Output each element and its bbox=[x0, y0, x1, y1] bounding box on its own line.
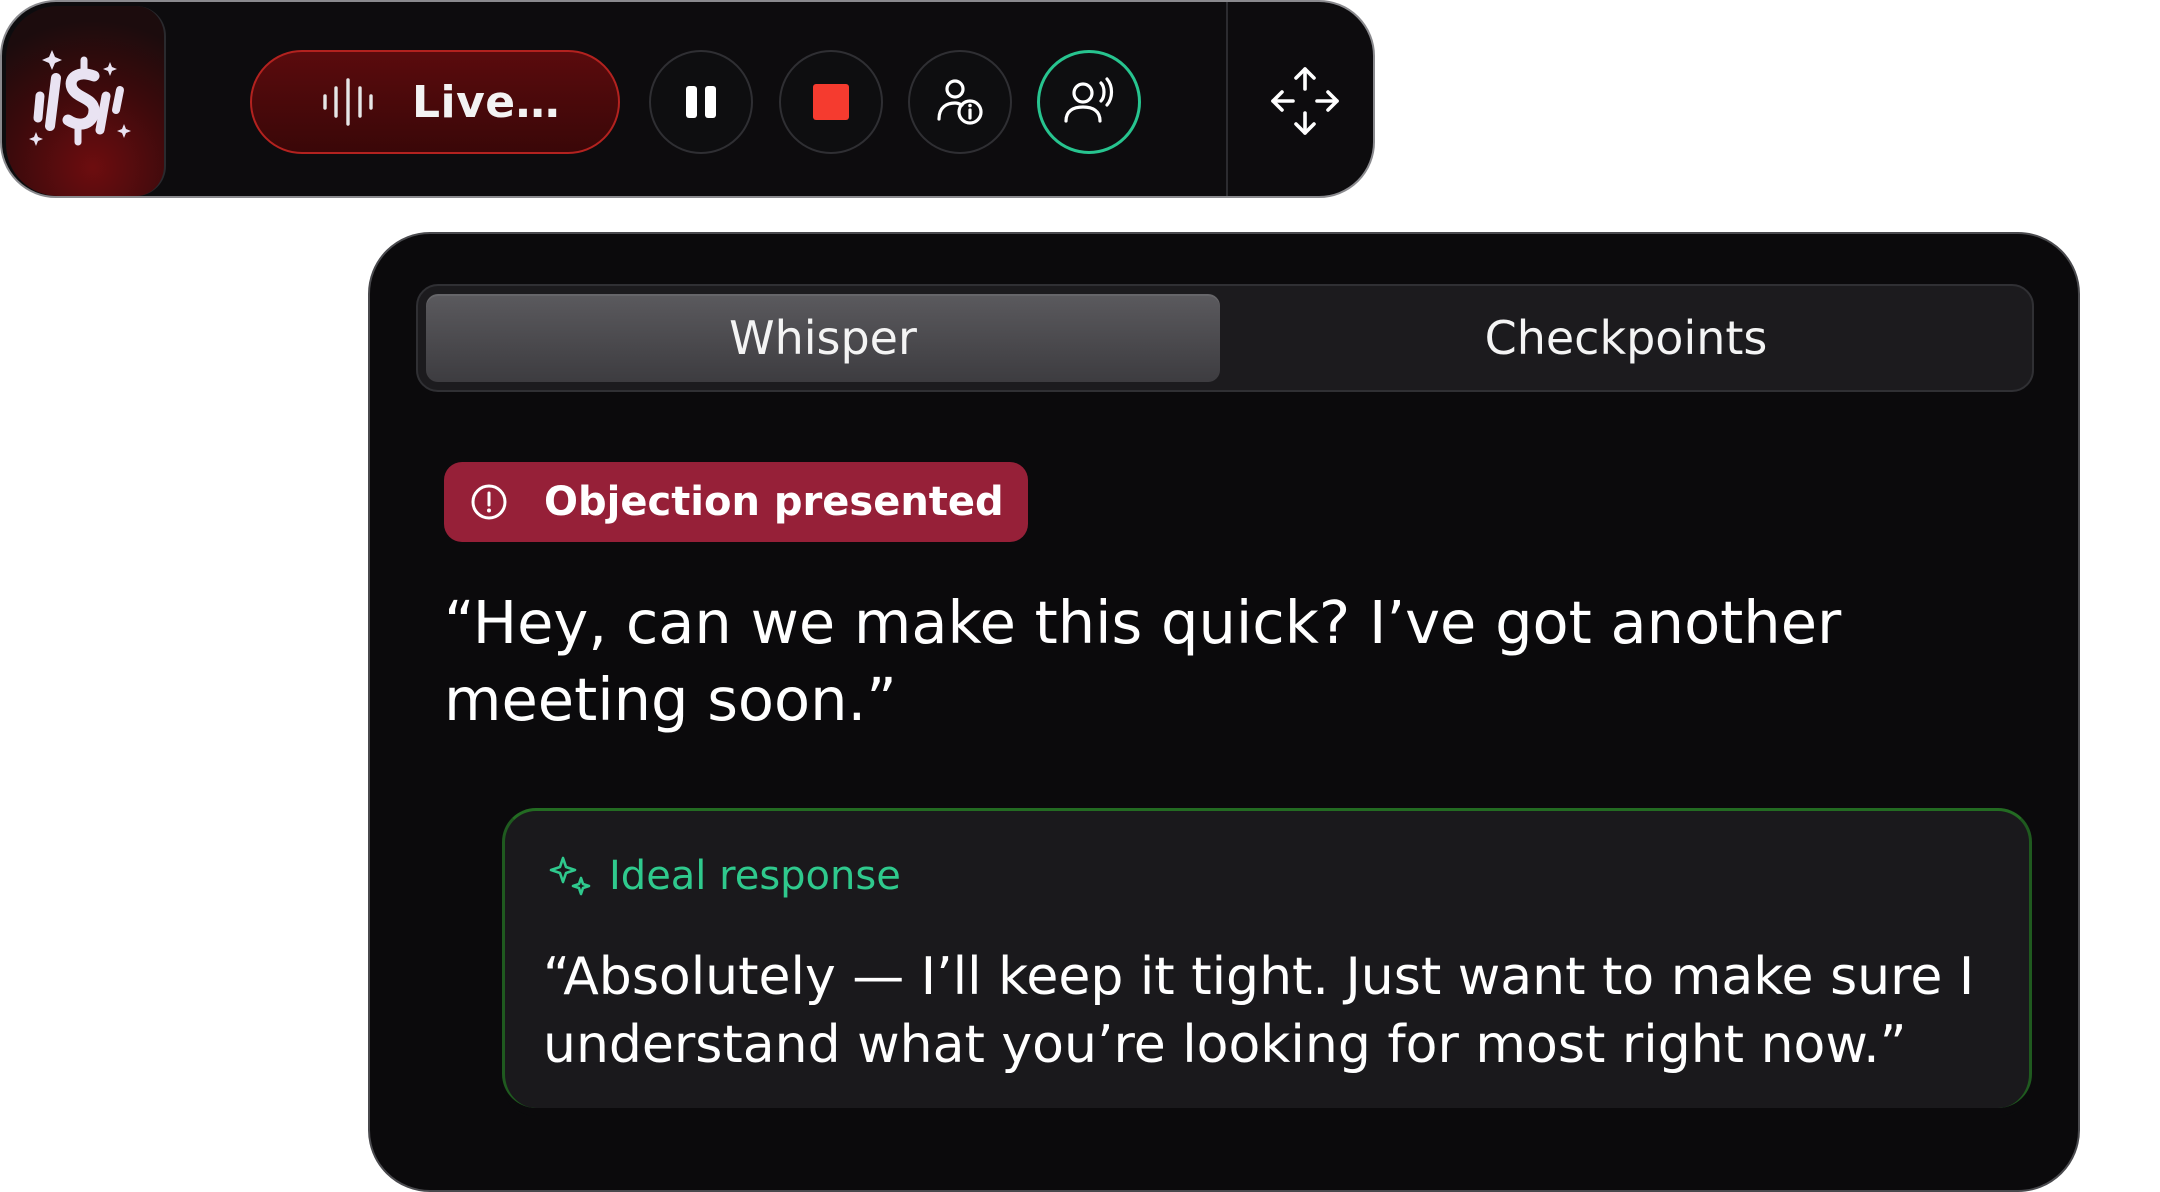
tab-checkpoints[interactable]: Checkpoints bbox=[1226, 294, 2026, 382]
user-info-icon bbox=[937, 79, 983, 125]
prospect-quote: “Hey, can we make this quick? I’ve got a… bbox=[444, 588, 1842, 734]
coaching-panel: Whisper Checkpoints Objection presented … bbox=[368, 232, 2080, 1192]
ideal-response-text: “Absolutely — I’ll keep it tight. Just w… bbox=[543, 947, 1975, 1075]
stop-icon bbox=[813, 84, 849, 120]
recording-toolbar: Live… bbox=[0, 0, 1375, 198]
move-arrows-icon bbox=[1271, 67, 1339, 135]
stop-button[interactable] bbox=[779, 50, 883, 154]
ideal-response-header: Ideal response bbox=[549, 853, 901, 899]
user-info-button[interactable] bbox=[908, 50, 1012, 154]
live-status-pill[interactable]: Live… bbox=[250, 50, 620, 154]
objection-badge-label: Objection presented bbox=[544, 479, 1004, 525]
sparkle-dollar-logo-icon bbox=[29, 50, 131, 146]
tab-whisper[interactable]: Whisper bbox=[426, 294, 1220, 382]
ideal-response-card: Ideal response “Absolutely — I’ll keep i… bbox=[502, 808, 2032, 1108]
objection-badge: Objection presented bbox=[444, 462, 1028, 542]
sound-wave-icon bbox=[323, 78, 373, 126]
live-status-label: Live… bbox=[412, 76, 561, 128]
pause-button[interactable] bbox=[649, 50, 753, 154]
app-logo[interactable] bbox=[6, 6, 166, 196]
panel-tabs: Whisper Checkpoints bbox=[416, 284, 2034, 392]
alert-circle-icon bbox=[471, 484, 507, 520]
sparkles-icon bbox=[549, 856, 591, 896]
move-handle[interactable] bbox=[1264, 60, 1346, 142]
user-voice-icon bbox=[1064, 77, 1114, 123]
speaker-toggle-button[interactable] bbox=[1037, 50, 1141, 154]
pause-icon bbox=[686, 86, 716, 118]
ideal-response-title: Ideal response bbox=[609, 853, 901, 899]
toolbar-divider bbox=[1226, 2, 1228, 196]
